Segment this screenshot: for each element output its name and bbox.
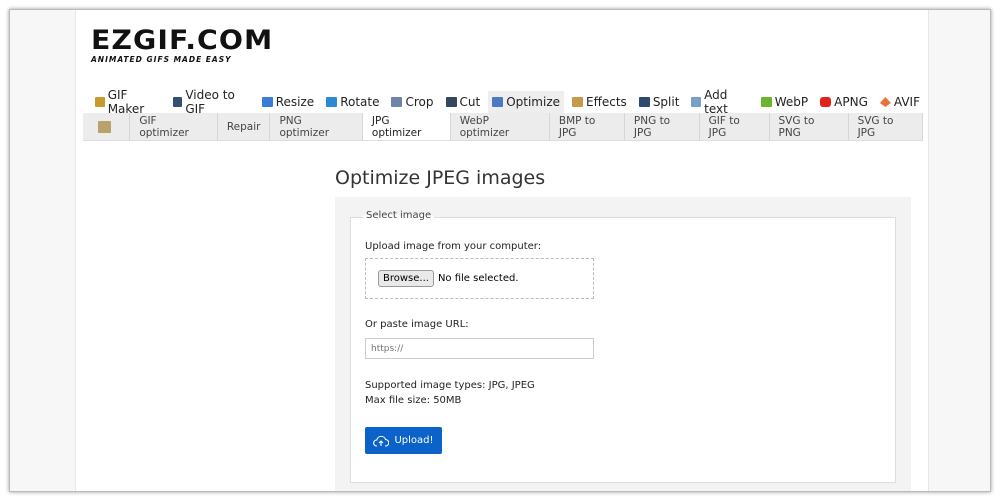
tab-gif-optimizer[interactable]: GIF optimizer [130, 113, 218, 140]
resize-icon [261, 97, 273, 107]
nav-label: APNG [834, 95, 868, 109]
nav-apng[interactable]: APNG [816, 91, 872, 113]
nav-label: Resize [275, 95, 315, 109]
supported-types: Supported image types: JPG, JPEG [365, 380, 535, 391]
tab-gif-to-jpg[interactable]: GIF to JPG [700, 113, 770, 140]
gif-maker-icon [95, 97, 105, 107]
nav-add-text[interactable]: Add text [687, 88, 752, 116]
page: EZGIF.COM ANIMATED GIFS MADE EASY GIF Ma… [75, 10, 929, 491]
tab-svg-to-jpg[interactable]: SVG to JPG [849, 113, 923, 140]
crop-icon [391, 97, 403, 107]
nav-label: Rotate [340, 95, 380, 109]
nav-cut[interactable]: Cut [442, 91, 485, 113]
tab-webp-optimizer[interactable]: WebP optimizer [451, 113, 550, 140]
nav-label: Cut [459, 95, 481, 109]
logo[interactable]: EZGIF.COM ANIMATED GIFS MADE EASY [91, 27, 272, 64]
effects-icon [572, 97, 584, 107]
nav-webp[interactable]: WebP [757, 91, 812, 113]
nav-label: Split [652, 95, 680, 109]
sub-nav: GIF optimizer Repair PNG optimizer JPG o… [83, 113, 923, 141]
nav-gif-maker[interactable]: GIF Maker [91, 88, 165, 116]
upload-form: Select image Upload image from your comp… [335, 197, 911, 491]
file-drop-zone[interactable]: Browse... No file selected. [365, 258, 594, 299]
nav-effects[interactable]: Effects [568, 91, 631, 113]
browse-button[interactable]: Browse... [378, 270, 434, 287]
max-file-size: Max file size: 50MB [365, 395, 462, 406]
nav-avif[interactable]: AVIF [876, 91, 924, 113]
fieldset-legend: Select image [363, 210, 435, 221]
rotate-icon [326, 97, 338, 107]
browser-frame: EZGIF.COM ANIMATED GIFS MADE EASY GIF Ma… [9, 9, 991, 492]
optimize-icon [492, 97, 504, 107]
tab-png-optimizer[interactable]: PNG optimizer [270, 113, 363, 140]
main-nav: GIF Maker Video to GIF Resize Rotate Cro… [91, 88, 928, 116]
add-text-icon [691, 97, 702, 107]
nav-label: Effects [586, 95, 627, 109]
tab-bmp-to-jpg[interactable]: BMP to JPG [550, 113, 625, 140]
avif-icon [879, 97, 891, 107]
nav-label: Crop [405, 95, 434, 109]
upload-label: Upload image from your computer: [365, 241, 542, 252]
nav-label: Video to GIF [185, 88, 235, 116]
tab-repair[interactable]: Repair [218, 113, 271, 140]
url-input[interactable] [365, 338, 594, 359]
tab-jpg-optimizer[interactable]: JPG optimizer [362, 113, 451, 140]
logo-title: EZGIF.COM [91, 25, 274, 56]
cut-icon [445, 97, 457, 107]
video-icon [172, 97, 183, 107]
select-image-fieldset: Select image Upload image from your comp… [350, 210, 896, 483]
nav-video-to-gif[interactable]: Video to GIF [169, 88, 254, 116]
nav-label: Optimize [506, 95, 561, 109]
nav-optimize[interactable]: Optimize [488, 91, 565, 113]
nav-rotate[interactable]: Rotate [322, 91, 383, 113]
split-icon [638, 97, 650, 107]
cloud-upload-icon [373, 435, 390, 447]
optimize-home-tab[interactable] [83, 113, 131, 140]
tab-svg-to-png[interactable]: SVG to PNG [770, 113, 849, 140]
nav-crop[interactable]: Crop [387, 91, 437, 113]
nav-resize[interactable]: Resize [258, 91, 318, 113]
upload-label-text: Upload! [394, 435, 434, 446]
nav-label: GIF Maker [107, 88, 145, 116]
nav-label: Add text [704, 88, 728, 116]
webp-icon [760, 97, 772, 107]
nav-label: WebP [774, 95, 809, 109]
tab-png-to-jpg[interactable]: PNG to JPG [625, 113, 700, 140]
upload-button[interactable]: Upload! [365, 427, 442, 454]
nav-split[interactable]: Split [635, 91, 684, 113]
page-title: Optimize JPEG images [335, 167, 546, 189]
nav-label: AVIF [893, 95, 920, 109]
broom-icon [98, 120, 112, 133]
file-status: No file selected. [437, 273, 519, 284]
logo-tagline: ANIMATED GIFS MADE EASY [91, 55, 232, 64]
apng-icon [820, 97, 832, 107]
url-label: Or paste image URL: [365, 319, 469, 330]
